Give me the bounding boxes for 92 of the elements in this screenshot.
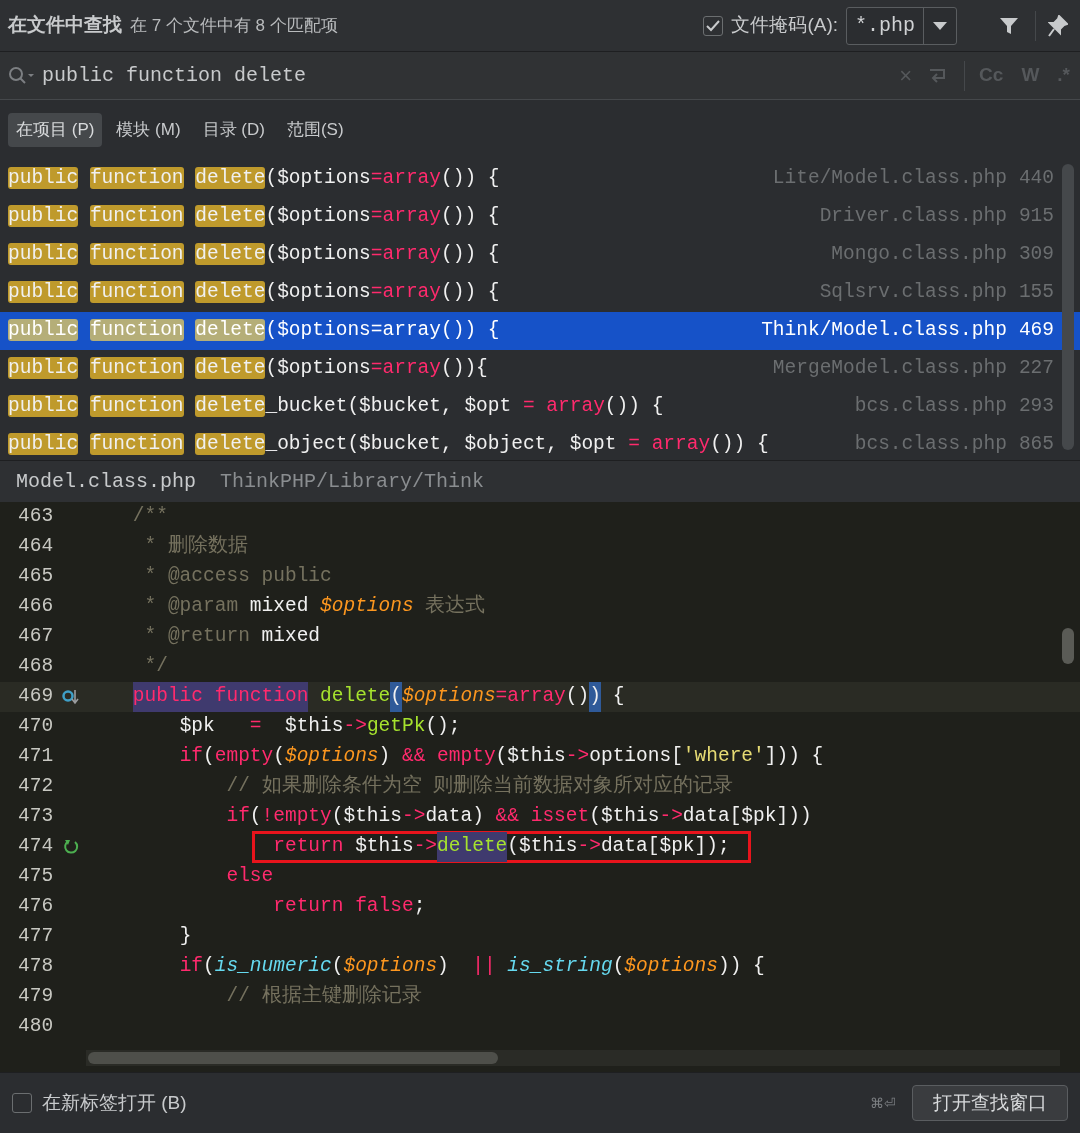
result-code: public function delete($options=array()) { [8,242,500,268]
dropdown-icon [933,21,947,30]
highlighted-usage: delete [437,832,508,862]
new-tab-label: 在新标签打开 (B) [42,1090,187,1115]
line-number: 468 [18,654,54,680]
result-code: public function delete($options=array()) { [8,280,500,306]
search-result-row[interactable]: public function delete($options=array()) { Think/Model.class.php 469 [0,312,1080,350]
code-line: /** [131,504,168,530]
scope-tab[interactable]: 范围(S) [278,113,352,147]
code-line: if(!empty($this->data) && isset($this->data[$pk])) [225,804,812,830]
matched-brace: ( [390,682,402,712]
checkbox[interactable] [703,15,724,36]
code-line: $pk = $this->getPk(); [178,714,461,740]
code-line: } [178,924,192,950]
search-result-row[interactable]: public function delete($options=array()) { Mongo.class.php 309 [0,236,1080,274]
search-result-row[interactable]: public function delete($options=array()) { Sqlsrv.class.php 155 [0,274,1080,312]
line-number: 472 [18,774,54,800]
result-code: public function delete($options=array()) { [8,318,500,344]
result-file: Think/Model.class.php [761,318,1007,344]
result-code: public function delete($options=array()) { [8,204,500,230]
override-icon[interactable] [62,688,80,706]
result-file: MergeModel.class.php [772,356,1007,382]
code-line: * 删除数据 [143,534,248,560]
result-file: Sqlsrv.class.php [819,280,1007,306]
result-line-number: 293 [1018,394,1054,420]
code-line: // 根据主键删除记录 [225,983,422,1010]
result-file: Mongo.class.php [831,242,1007,268]
result-line-number: 865 [1018,432,1054,458]
checkbox[interactable] [12,1093,32,1113]
highlighted-usage: public function [132,682,309,712]
scope-tab[interactable]: 目录 (D) [194,113,273,147]
open-find-window-button[interactable]: 打开查找窗口 [912,1085,1068,1121]
code-line: else [225,864,274,890]
recursion-icon[interactable] [62,838,80,856]
filter-icon[interactable] [999,15,1019,36]
vertical-scrollbar[interactable] [1062,628,1074,664]
result-line-number: 469 [1018,318,1054,344]
pin-icon[interactable] [1048,14,1068,37]
code-line: if(is_numeric($options) || is_string($options)) { [178,954,765,980]
line-number: 464 [18,534,54,560]
line-number: 463 [18,504,54,530]
result-line-number: 915 [1018,204,1054,230]
file-mask-label: 文件掩码(A): [731,13,838,38]
line-number: 469 [18,684,54,710]
search-result-row[interactable]: public function delete($options=array()) { Lite/Model.class.php 440 [0,160,1080,198]
line-number: 466 [18,594,54,620]
file-mask-value: *.php [854,12,916,39]
result-line-number: 155 [1018,280,1054,306]
result-file: bcs.class.php [854,432,1007,458]
matched-brace: ) [589,682,601,712]
result-line-number: 440 [1018,166,1054,192]
result-file: Lite/Model.class.php [772,166,1007,192]
result-line-number: 227 [1018,356,1054,382]
shortcut-hint: ⌘⏎ [870,1093,896,1113]
code-line: public function delete($options=array()) { [86,682,625,712]
line-number: 473 [18,804,54,830]
code-line: // 如果删除条件为空 则删除当前数据对象所对应的记录 [225,773,734,800]
line-number: 478 [18,954,54,980]
result-file: Driver.class.php [819,204,1007,230]
line-number: 476 [18,894,54,920]
file-mask-combo[interactable]: *.php [846,6,957,45]
code-line: if(empty($options) && empty($this->options['where'])) { [178,744,824,770]
code-line: * @access public [143,564,332,590]
search-icon [8,65,36,86]
code-line: */ [143,654,168,680]
scope-tab[interactable]: 在项目 (P) [8,113,103,147]
preview-file-path: ThinkPHP/Library/Think [220,468,485,495]
preview-file-name: Model.class.php [16,468,197,495]
scope-tab[interactable]: 模块 (M) [108,113,189,147]
code-line: * @return mixed [143,624,321,650]
search-result-row[interactable]: public function delete($options=array()) { Driver.class.php 915 [0,198,1080,236]
line-number: 475 [18,864,54,890]
result-code: public function delete($options=array()){ [8,356,488,382]
line-number: 471 [18,744,54,770]
line-number: 474 [18,834,54,860]
line-number: 479 [18,984,54,1010]
result-line-number: 309 [1018,242,1054,268]
line-number: 480 [18,1014,54,1040]
line-number: 465 [18,564,54,590]
line-number: 467 [18,624,54,650]
code-line: * @param mixed $options 表达式 [143,593,486,620]
horizontal-scrollbar[interactable] [86,1050,1060,1066]
vertical-scrollbar[interactable] [1062,164,1074,450]
match-summary: 在 7 个文件中有 8 个匹配项 [130,14,338,37]
line-number: 477 [18,924,54,950]
code-line: return false; [272,894,426,920]
line-number: 470 [18,714,54,740]
result-code: public function delete($options=array()) { [8,166,500,192]
dialog-title: 在文件中查找 [8,13,122,38]
result-file: bcs.class.php [854,394,1007,420]
annotation-box: return $this->delete($this->data[$pk]); [252,831,751,863]
search-result-row[interactable]: public function delete($options=array()){ MergeModel.class.php 227 [0,350,1080,388]
